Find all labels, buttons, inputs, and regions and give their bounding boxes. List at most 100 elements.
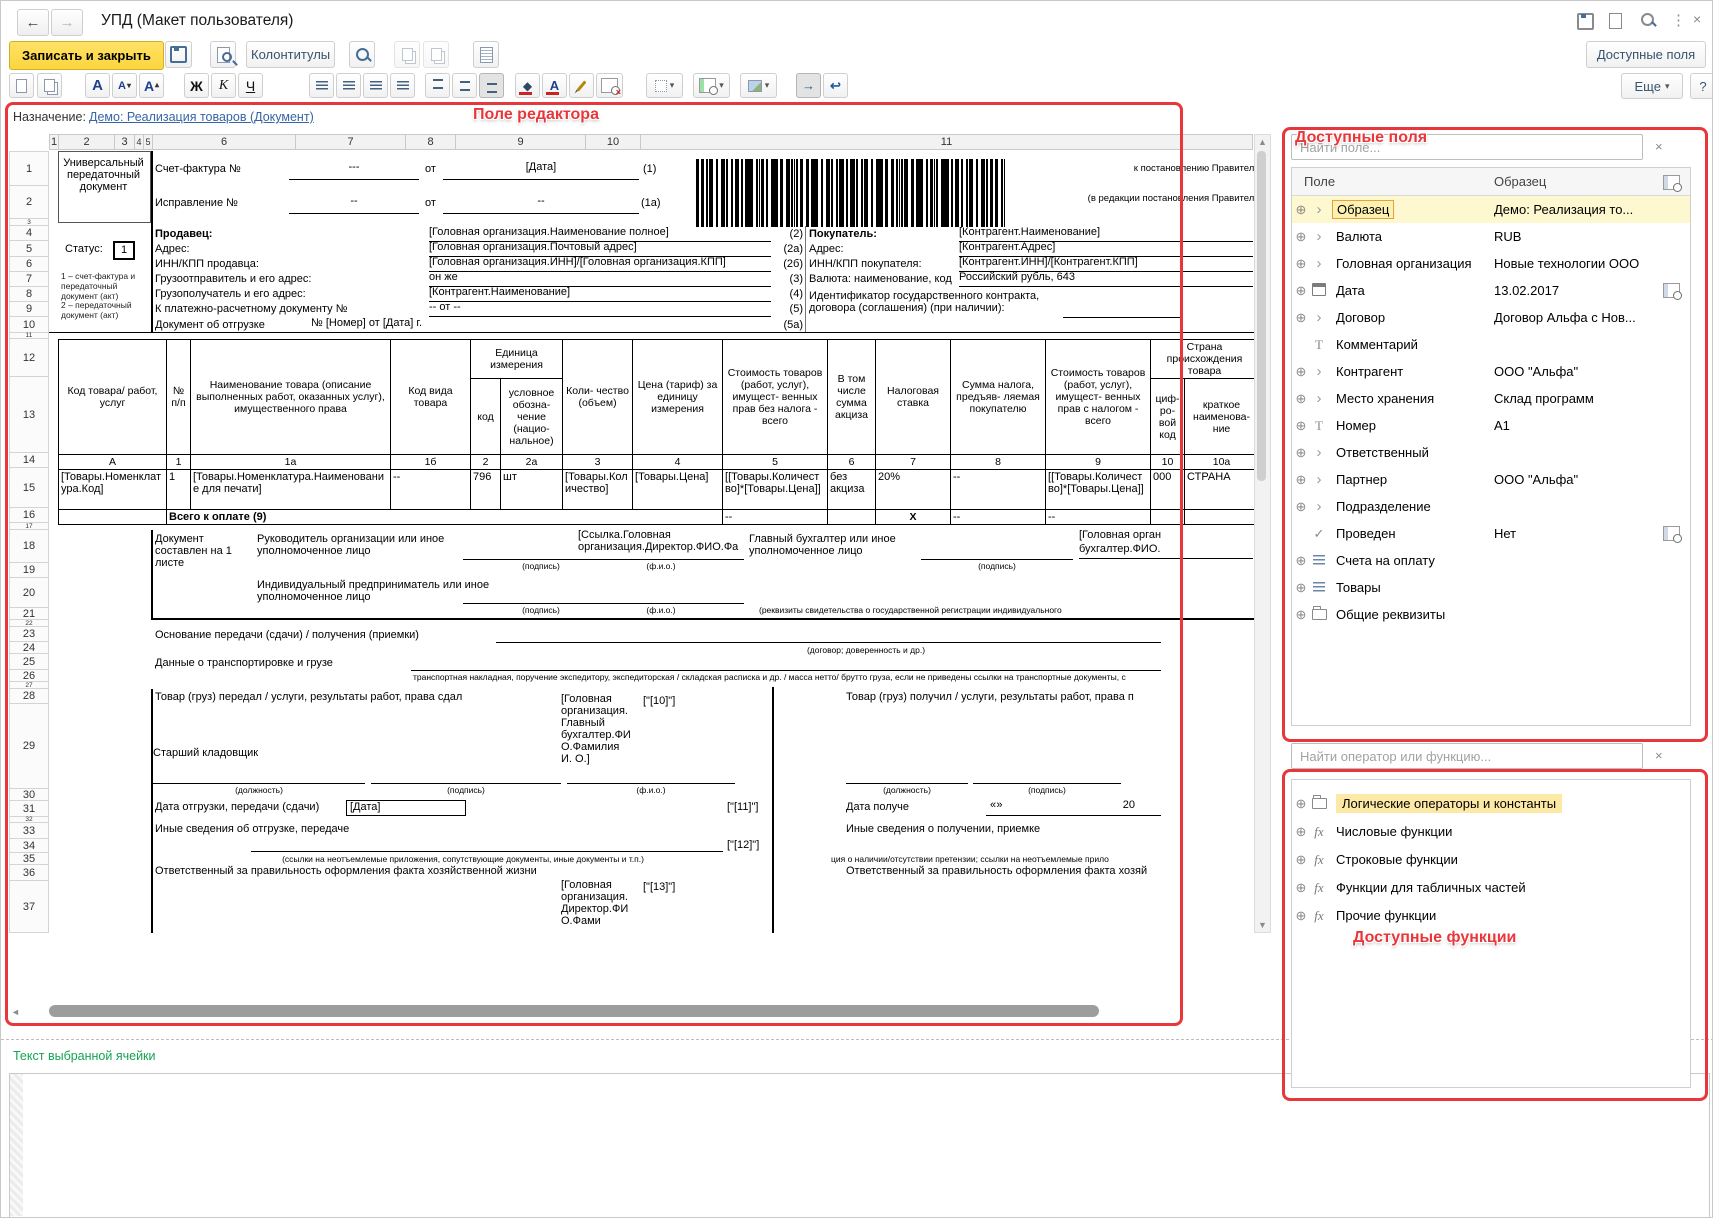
cell-resp-receive-label[interactable]: Ответственный за правильность оформления… [846, 865, 1253, 877]
column-header[interactable]: 8 [406, 134, 456, 150]
column-header[interactable]: 2 [59, 134, 115, 150]
cell-accountant-value-1[interactable]: [Головная орган [1079, 529, 1253, 541]
field-row-otvetstvennyy[interactable]: ⊕›Ответственный [1292, 439, 1690, 466]
cell-doc-note[interactable]: Документ составлен на 1 листе [155, 533, 251, 569]
available-fields-button[interactable]: Доступные поля [1586, 41, 1706, 68]
copy-style-button[interactable] [394, 41, 420, 68]
back-button[interactable]: ← [17, 9, 49, 36]
goods-total-cell[interactable]: -- [1046, 510, 1151, 525]
chevron-right-icon[interactable]: › [1310, 498, 1328, 515]
headers-footers-button[interactable]: Колонтитулы [246, 41, 335, 68]
field-row-scheta-na-oplatu[interactable]: ⊕Счета на оплату [1292, 547, 1690, 574]
field-row-data[interactable]: ⊕Дата13.02.2017 [1292, 277, 1690, 304]
row-header[interactable]: 7 [9, 272, 49, 287]
goods-total-cell[interactable]: X [876, 510, 951, 525]
row-header[interactable]: 28 [9, 689, 49, 704]
row-header[interactable]: 24 [9, 642, 49, 654]
cell-buyer-label[interactable]: Адрес: [809, 243, 844, 255]
goods-cell[interactable]: СТРАНА [1185, 470, 1259, 510]
goods-cell[interactable]: 000 [1151, 470, 1185, 510]
goods-table[interactable]: Код товара/ работ, услуг № п/п Наименова… [58, 339, 1259, 525]
cell-ship-date-label[interactable]: Дата отгрузки, передачи (сдачи) [155, 801, 345, 813]
receive-date-line[interactable]: « » 20 [986, 799, 1161, 816]
goods-cell[interactable]: [Товары.Цена] [633, 470, 723, 510]
save-icon[interactable] [1577, 13, 1594, 34]
expand-plus-icon[interactable]: ⊕ [1292, 445, 1310, 461]
editor-horizontal-scrollbar[interactable]: ◄ [9, 1003, 1254, 1020]
scroll-left-icon[interactable]: ◄ [11, 1007, 20, 1017]
row-header[interactable]: 35 [9, 853, 49, 865]
align-center-button[interactable] [336, 73, 361, 98]
expand-plus-icon[interactable]: ⊕ [1292, 852, 1310, 868]
field-row-partner[interactable]: ⊕›ПартнерООО "Альфа" [1292, 466, 1690, 493]
goods-total-cell[interactable]: -- [723, 510, 828, 525]
expand-plus-icon[interactable]: ⊕ [1292, 256, 1310, 272]
print-icon[interactable] [1609, 13, 1622, 33]
expand-plus-icon[interactable]: ⊕ [1292, 472, 1310, 488]
cell-contract-id-value[interactable] [1063, 303, 1181, 318]
chevron-right-icon[interactable]: › [1310, 444, 1328, 461]
align-justify-button[interactable] [390, 73, 415, 98]
cell-seller-value[interactable]: [Головная организация.ИНН]/[Головная орг… [429, 256, 771, 272]
field-row-kontragent[interactable]: ⊕›КонтрагентООО "Альфа" [1292, 358, 1690, 385]
font-smaller-button[interactable]: А▾ [112, 73, 137, 98]
field-row-valuta[interactable]: ⊕›ВалютаRUB [1292, 223, 1690, 250]
cell-code-11[interactable]: ["[11]"] [727, 801, 758, 813]
row-header[interactable]: 23 [9, 627, 49, 642]
field-row-proveden[interactable]: ✓ПроведенНет [1292, 520, 1690, 547]
row-header[interactable]: 15 [9, 468, 49, 508]
row-header[interactable]: 26 [9, 670, 49, 682]
vertical-scroll-thumb[interactable] [1257, 151, 1266, 481]
cell-seller-label[interactable]: Документ об отгрузке [155, 319, 265, 331]
row-header[interactable]: 33 [9, 823, 49, 839]
goods-cell[interactable]: [[Товары.Количество]*[Товары.Цена]] [723, 470, 828, 510]
expand-plus-icon[interactable]: ⊕ [1292, 418, 1310, 434]
column-header[interactable]: 11 [641, 134, 1253, 150]
cell-correction-label[interactable]: Исправление № [155, 197, 295, 209]
field-row-golovnaya-organizaciya[interactable]: ⊕›Головная организацияНовые технологии О… [1292, 250, 1690, 277]
function-group-logical[interactable]: ⊕Логические операторы и константы [1292, 790, 1690, 817]
functions-search-input[interactable] [1291, 743, 1643, 769]
goods-cell[interactable]: -- [391, 470, 471, 510]
row-header[interactable]: 25 [9, 654, 49, 670]
cell-status-label[interactable]: Статус: [65, 243, 103, 255]
cell-invoice-number[interactable]: --- [289, 161, 419, 180]
assignment-link[interactable]: Демо: Реализация товаров (Документ) [89, 110, 314, 124]
row-header[interactable]: 13 [9, 377, 49, 453]
expand-plus-icon[interactable]: ⊕ [1292, 310, 1310, 326]
find-button[interactable] [349, 41, 375, 68]
cell-code-12[interactable]: ["[12]"] [727, 839, 759, 851]
goods-cell[interactable]: [Товары.Номенклатура.Наименование для пе… [191, 470, 391, 510]
row-header[interactable]: 12 [9, 339, 49, 377]
function-group-numeric[interactable]: ⊕fxЧисловые функции [1292, 818, 1690, 845]
help-button[interactable]: ? [1690, 73, 1713, 99]
menu-kebab-icon[interactable]: ⋮ [1671, 11, 1686, 29]
row-header[interactable]: 1 [9, 151, 49, 186]
field-row-kommentariy[interactable]: ТКомментарий [1292, 331, 1690, 358]
row-header[interactable]: 19 [9, 563, 49, 578]
cell-seller-value[interactable]: [Головная организация.Наименование полно… [429, 226, 771, 242]
field-row-obshchie-rekvizity[interactable]: ⊕Общие реквизиты [1292, 601, 1690, 628]
cell-seller-value[interactable]: [Контрагент.Наименование] [429, 286, 771, 302]
field-row-obrazec[interactable]: ⊕›ОбразецДемо: Реализация то... [1292, 196, 1690, 223]
font-larger-button[interactable]: А▾ [139, 73, 164, 98]
cell-seller-label[interactable]: Адрес: [155, 243, 190, 255]
chevron-right-icon[interactable]: › [1310, 309, 1328, 326]
chevron-right-icon[interactable]: › [1310, 471, 1328, 488]
expand-plus-icon[interactable]: ⊕ [1292, 202, 1310, 218]
cell-seller-label[interactable]: Продавец: [155, 228, 212, 240]
cell-other-receive-label[interactable]: Иные сведения о получении, приемке [846, 823, 1166, 835]
underline-button[interactable]: Ч [238, 73, 263, 98]
row-header[interactable]: 2 [9, 186, 49, 219]
cell-receive-title[interactable]: Товар (груз) получил / услуги, результат… [846, 691, 1253, 703]
cell-code-13[interactable]: ["[13]"] [643, 881, 675, 893]
row-header[interactable]: 30 [9, 789, 49, 801]
cell-mark-1[interactable]: (1) [643, 163, 656, 175]
valign-top-button[interactable] [425, 73, 450, 98]
row-header[interactable]: 21 [9, 608, 49, 620]
goods-total-cell[interactable]: -- [951, 510, 1046, 525]
row-header[interactable]: 5 [9, 241, 49, 257]
cell-accountant-label[interactable]: Главный бухгалтер или иное уполномоченно… [749, 533, 919, 557]
picture-dropdown[interactable]: ▾ [740, 73, 777, 98]
row-header[interactable]: 3 [9, 219, 49, 226]
